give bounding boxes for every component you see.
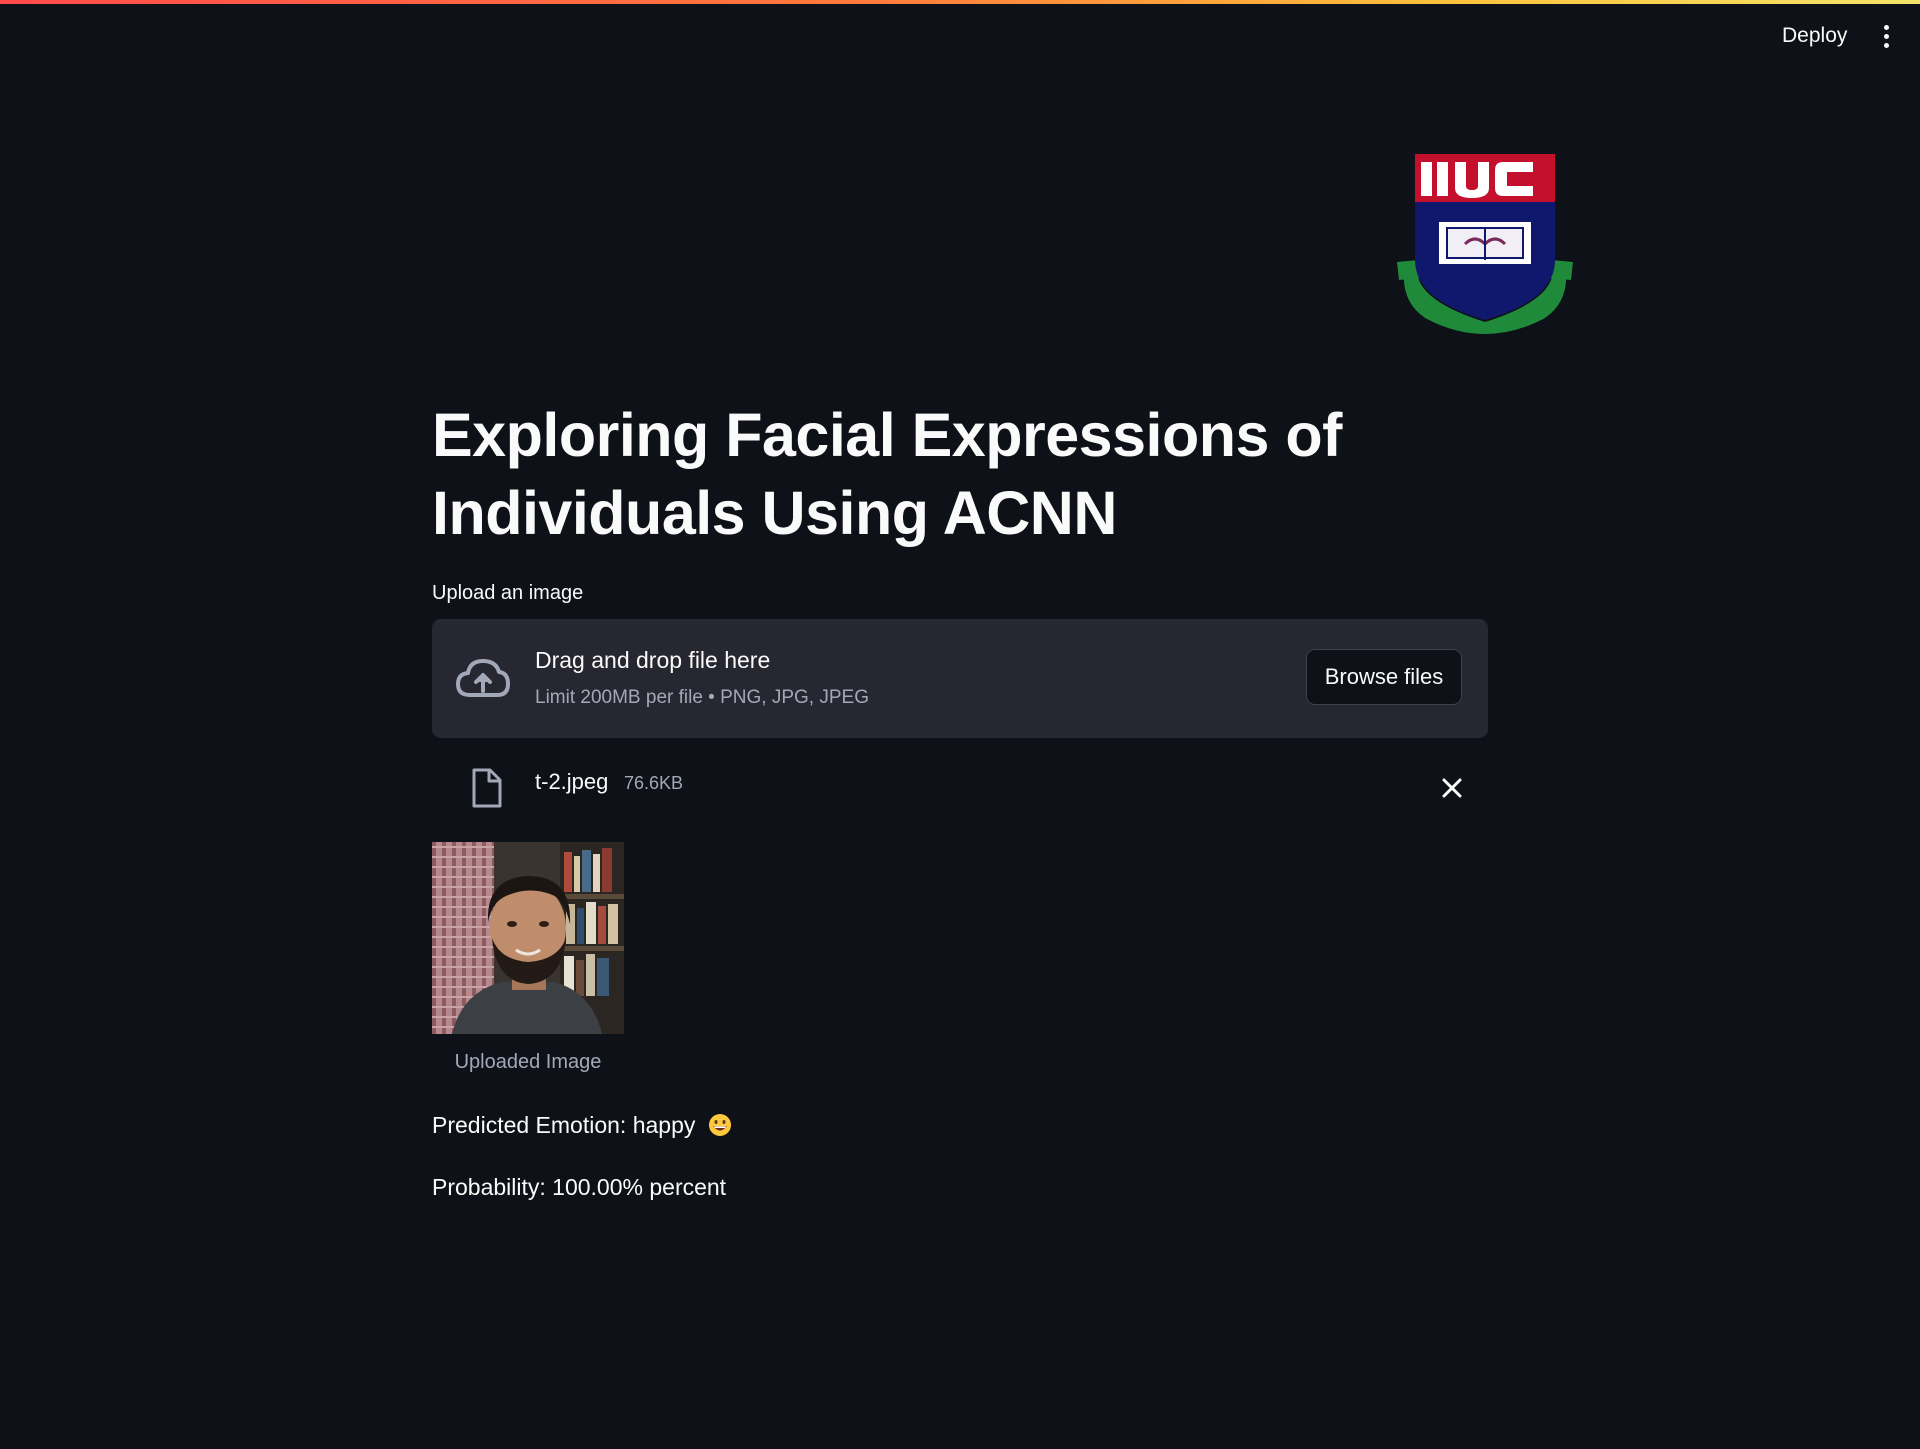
file-icon (468, 768, 504, 808)
dropzone-title: Drag and drop file here (535, 647, 771, 673)
probability-text: Probability: 100.00% percent (432, 1174, 727, 1200)
uploaded-image (432, 842, 624, 1034)
predicted-emotion: Predicted Emotion: happy (432, 1112, 732, 1139)
university-crest-logo (1395, 150, 1575, 340)
page-title: Exploring Facial Expressions of Individu… (432, 401, 1342, 547)
dropzone-limit-text: Limit 200MB per file • PNG, JPG, JPEG (535, 687, 869, 708)
file-size: 76.6KB (624, 773, 684, 793)
browse-files-button[interactable]: Browse files (1306, 649, 1462, 705)
upload-label: Upload an image (432, 582, 584, 604)
file-name: t-2.jpeg (535, 769, 609, 794)
predicted-emotion-text: Predicted Emotion: happy (432, 1112, 696, 1138)
grinning-face-emoji (708, 1113, 732, 1137)
close-icon[interactable] (1436, 772, 1468, 804)
image-caption: Uploaded Image (454, 1051, 602, 1073)
file-dropzone[interactable]: Drag and drop file here Limit 200MB per … (432, 619, 1488, 738)
deploy-button[interactable]: Deploy (1768, 18, 1861, 54)
deploy-label: Deploy (1782, 24, 1848, 47)
cloud-upload-icon (454, 655, 512, 701)
kebab-menu-icon[interactable] (1870, 20, 1902, 52)
uploaded-file-row: t-2.jpeg 76.6KB (432, 760, 1488, 814)
header-accent-stripe (0, 0, 1920, 4)
